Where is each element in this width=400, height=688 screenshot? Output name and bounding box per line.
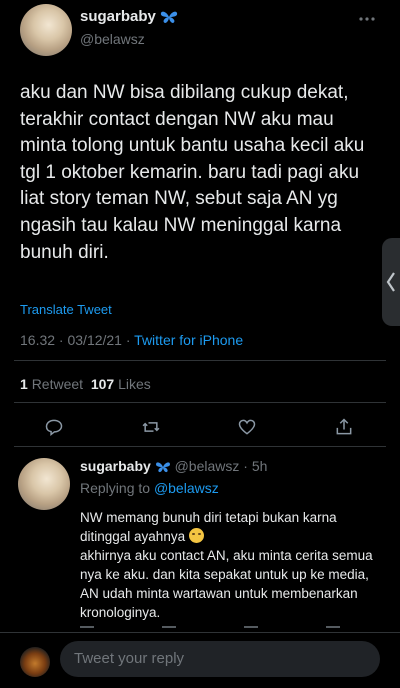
heart-icon[interactable] <box>237 417 257 437</box>
retweet-icon[interactable] <box>141 417 161 437</box>
replying-to-handle[interactable]: @belawsz <box>154 480 219 496</box>
reply-avatar[interactable] <box>18 458 70 510</box>
more-icon[interactable] <box>358 16 376 22</box>
reply-input[interactable]: Tweet your reply <box>60 641 380 677</box>
chevron-left-icon <box>386 272 395 292</box>
retweet-count: 1 <box>20 376 28 392</box>
divider <box>14 360 386 361</box>
reply-text: NW memang bunuh diri tetapi bukan karna … <box>80 508 380 622</box>
tweet-actions <box>44 416 354 438</box>
reply-handle-time[interactable]: @belawsz · 5h <box>175 458 268 474</box>
reply-author-name[interactable]: sugarbaby <box>80 458 151 474</box>
author-name[interactable]: sugarbaby <box>80 8 178 25</box>
like-count: 107 <box>90 376 115 392</box>
tweet-meta: 16.32 · 03/12/21 · Twitter for iPhone <box>20 332 243 348</box>
replying-to: Replying to @belawsz <box>80 480 219 496</box>
like-label: Likes <box>118 376 151 392</box>
retweet-label: Retweet <box>31 376 84 392</box>
side-handle[interactable] <box>382 238 400 326</box>
composer-avatar <box>20 647 50 677</box>
translate-link[interactable]: Translate Tweet <box>20 302 112 317</box>
author-name-text[interactable]: sugarbaby <box>80 8 156 25</box>
reply-tweet[interactable]: sugarbaby @belawsz · 5h Replying to @bel… <box>0 450 400 630</box>
tweet-text: aku dan NW bisa dibilang cukup dekat, te… <box>20 82 365 263</box>
reply-line-1: NW memang bunuh diri tetapi bukan karna … <box>80 510 337 544</box>
share-icon[interactable] <box>334 417 354 437</box>
reply-header: sugarbaby @belawsz · 5h <box>80 458 267 474</box>
crying-face-emoji-icon <box>188 528 204 543</box>
reply-line-2: akhirnya aku contact AN, aku minta cerit… <box>80 548 373 620</box>
author-handle[interactable]: @belawsz <box>80 31 145 47</box>
butterfly-icon <box>155 462 170 473</box>
divider <box>14 446 386 447</box>
avatar[interactable] <box>20 4 72 56</box>
reply-icon[interactable] <box>44 417 64 437</box>
like-stat[interactable]: 107 Likes <box>91 376 151 392</box>
tweet-source[interactable]: Twitter for iPhone <box>134 332 243 348</box>
retweet-stat[interactable]: 1 Retweet <box>20 376 83 392</box>
tweet-stats: 1 Retweet 107 Likes <box>20 376 151 392</box>
replying-to-label: Replying to <box>80 480 151 496</box>
tweet-timestamp[interactable]: 16.32 · 03/12/21 · <box>20 332 134 348</box>
butterfly-icon <box>160 11 178 24</box>
divider <box>14 402 386 403</box>
reply-composer: Tweet your reply <box>0 632 400 688</box>
